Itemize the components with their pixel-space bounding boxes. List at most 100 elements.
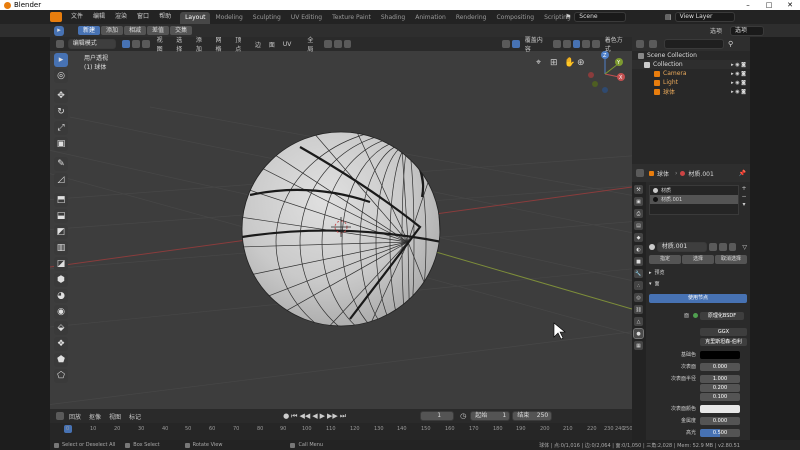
mode-intersect-button[interactable]: 交集 [170, 26, 193, 35]
record-icon[interactable]: ● [283, 412, 289, 420]
output-tab-icon[interactable]: ⎙ [634, 209, 643, 218]
loop-cut-tool-icon[interactable]: ▥ [54, 241, 68, 255]
material-tab-icon[interactable]: ● [633, 328, 644, 339]
select-button[interactable]: 选择 [682, 255, 714, 264]
blender-menu-icon[interactable] [50, 12, 62, 22]
outliner-row-sphere[interactable]: 球体 ▸ ◉ ◙ [632, 87, 750, 96]
transform-tool-icon[interactable]: ▣ [54, 137, 68, 151]
use-nodes-button[interactable]: 使用节点 [649, 294, 747, 303]
orientation-dropdown[interactable]: 全局 [303, 35, 323, 53]
timeline-menu-marker[interactable]: 标记 [125, 412, 145, 421]
link-dropdown-icon[interactable]: ▽ [742, 244, 747, 251]
timeline-menu-keying[interactable]: 抠像 [85, 412, 105, 421]
extrude-tool-icon[interactable]: ⬒ [54, 193, 68, 207]
menu-file[interactable]: 文件 [66, 10, 88, 24]
visibility-icons[interactable]: ▸ ◉ ◙ [731, 71, 746, 77]
menu-vertex[interactable]: 顶点 [231, 35, 251, 53]
material-shading-icon[interactable] [582, 40, 591, 48]
overlay-toggle-icon[interactable] [512, 40, 520, 48]
menu-view[interactable]: 视图 [153, 35, 173, 53]
start-frame-field[interactable]: 起始 1 [470, 411, 511, 421]
menu-add[interactable]: 添加 [192, 35, 212, 53]
pivot-icon[interactable] [324, 40, 332, 48]
camera-view-icon[interactable]: ⌖ [536, 58, 541, 68]
edge-select-icon[interactable] [132, 40, 140, 48]
mode-selector[interactable]: 编辑模式 [67, 39, 117, 49]
tab-uv-editing[interactable]: UV Editing [286, 12, 327, 24]
tab-shading[interactable]: Shading [376, 12, 410, 24]
particles-tab-icon[interactable]: ∴ [634, 281, 643, 290]
play-reverse-icon[interactable]: ◀ [312, 412, 317, 420]
timeline-ruler[interactable]: 0 10 20 30 40 50 60 70 80 90 100 110 120… [50, 423, 633, 440]
clock-icon[interactable]: ◷ [460, 412, 466, 420]
menu-window[interactable]: 窗口 [132, 10, 154, 24]
subsurface-radius-z-field[interactable]: 0.100 [700, 392, 740, 401]
menu-help[interactable]: 帮助 [154, 10, 176, 24]
current-frame-field[interactable]: 1 [420, 411, 455, 421]
spin-tool-icon[interactable]: ◕ [54, 289, 68, 303]
rotate-tool-icon[interactable]: ↻ [54, 105, 68, 119]
jump-end-icon[interactable]: ⏭ [340, 412, 346, 421]
view-layer-field[interactable]: View Layer [674, 12, 735, 22]
slot-menu-icon[interactable]: ▾ [740, 201, 748, 209]
metallic-field[interactable]: 0.000 [700, 416, 740, 425]
visibility-icons[interactable]: ▸ ◉ ◙ [731, 89, 746, 95]
select-tool-icon[interactable]: ▸ [54, 25, 64, 36]
maximize-button[interactable]: □ [759, 0, 779, 10]
copy-material-icon[interactable] [718, 243, 727, 251]
material-name-field[interactable]: 材质.001 [656, 242, 708, 252]
tab-layout[interactable]: Layout [180, 11, 211, 24]
outliner-editor-icon[interactable] [636, 40, 644, 48]
timeline-menu-view[interactable]: 视图 [105, 412, 125, 421]
base-color-swatch[interactable] [700, 350, 740, 359]
scene-selector[interactable]: ⚑ Scene [565, 12, 627, 22]
end-frame-field[interactable]: 结束 250 [512, 411, 553, 421]
remove-slot-button[interactable]: − [740, 193, 748, 201]
world-tab-icon[interactable]: ◐ [634, 245, 643, 254]
unlink-material-icon[interactable] [728, 243, 737, 251]
view-layer-selector[interactable]: ▤ View Layer [665, 12, 735, 22]
shear-tool-icon[interactable]: ⬟ [54, 353, 68, 367]
tab-compositing[interactable]: Compositing [491, 12, 539, 24]
editor-type-icon[interactable] [56, 40, 64, 48]
material-slot[interactable]: 材质 [650, 186, 738, 195]
modifier-tab-icon[interactable]: 🔧 [634, 269, 643, 278]
mode-new-button[interactable]: 新建 [78, 26, 101, 35]
navigation-gizmo[interactable]: Z X Y [588, 51, 625, 93]
visibility-icons[interactable]: ▸ ◉ ◙ [731, 62, 746, 68]
menu-edge[interactable]: 边 [251, 40, 265, 49]
menu-face[interactable]: 面 [265, 40, 279, 49]
material-slot[interactable]: 材质.001 [650, 195, 738, 204]
shading-dropdown[interactable]: 着色方式 [601, 35, 632, 53]
options-dropdown[interactable]: 选项 [730, 25, 765, 36]
subsurface-color-swatch[interactable] [700, 404, 740, 413]
play-icon[interactable]: ▶ [320, 412, 325, 420]
surface-shader-field[interactable]: 原理化BSDF [700, 311, 744, 320]
sphere-mesh[interactable] [240, 117, 540, 356]
snap-icon[interactable] [333, 40, 342, 48]
outliner-row-collection[interactable]: Collection ▸ ◉ ◙ [632, 60, 750, 69]
grid-view-icon[interactable]: ⊞ [550, 58, 558, 68]
smooth-tool-icon[interactable]: ◉ [54, 305, 68, 319]
mode-difference-button[interactable]: 差值 [147, 26, 170, 35]
viewport-canvas[interactable]: Z X Y ⌖ ⊞ ✋ ⊕ [50, 37, 632, 409]
surface-panel-header[interactable]: ▾ 面 [649, 279, 747, 288]
deselect-button[interactable]: 取消选择 [715, 255, 747, 264]
inset-tool-icon[interactable]: ⬓ [54, 209, 68, 223]
annotate-tool-icon[interactable]: ✎ [54, 157, 68, 171]
outliner-row-camera[interactable]: Camera ▸ ◉ ◙ [632, 69, 750, 78]
rip-tool-icon[interactable]: ⬠ [54, 369, 68, 383]
outliner-row-scene-collection[interactable]: Scene Collection [632, 51, 750, 60]
timeline-editor-icon[interactable] [56, 412, 64, 420]
specular-slider[interactable]: 0.500 [700, 428, 740, 437]
properties-editor-icon[interactable] [636, 169, 644, 177]
xray-icon[interactable] [553, 40, 561, 48]
next-key-icon[interactable]: ▶▶ [327, 412, 338, 420]
subsurface-method-dropdown[interactable]: 克里斯坦森-伯利 [700, 338, 747, 346]
menu-uv[interactable]: UV [279, 41, 296, 48]
tab-animation[interactable]: Animation [410, 12, 451, 24]
outliner-row-light[interactable]: Light ▸ ◉ ◙ [632, 78, 750, 87]
vertex-select-icon[interactable] [122, 40, 131, 48]
mode-subtract-button[interactable]: 相减 [124, 26, 147, 35]
cursor-tool-icon[interactable]: ◎ [54, 69, 68, 83]
